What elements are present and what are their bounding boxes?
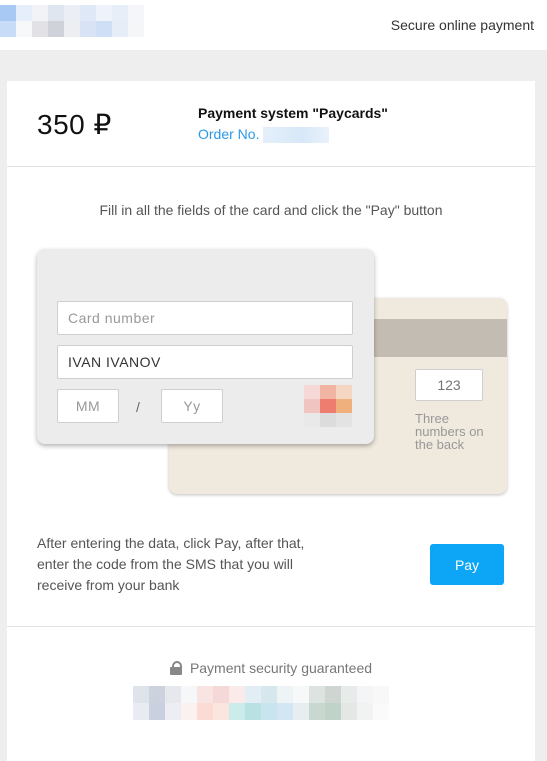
security-logo-pixel bbox=[245, 686, 261, 703]
card-brand-logo bbox=[304, 385, 352, 427]
security-notice: Payment security guaranteed bbox=[7, 660, 535, 676]
security-logo-pixel bbox=[149, 686, 165, 703]
security-logos bbox=[133, 686, 405, 720]
order-label: Order No. bbox=[198, 126, 260, 142]
logo-pixel bbox=[96, 5, 112, 21]
security-logo-pixel bbox=[213, 686, 229, 703]
logo-pixel bbox=[80, 21, 96, 37]
security-logo-pixel bbox=[261, 703, 277, 720]
cvv-input[interactable] bbox=[415, 369, 483, 401]
logo-pixel bbox=[112, 21, 128, 37]
security-logo-pixel bbox=[277, 686, 293, 703]
brand-logo-pixel bbox=[336, 413, 352, 427]
logo-pixel bbox=[48, 21, 64, 37]
logo-pixel bbox=[128, 21, 144, 37]
security-logo-pixel bbox=[261, 686, 277, 703]
security-logo-pixel bbox=[213, 703, 229, 720]
security-logo-pixel bbox=[373, 703, 389, 720]
form-instruction: Fill in all the fields of the card and c… bbox=[99, 202, 443, 218]
security-logo-pixel bbox=[357, 686, 373, 703]
logo-pixel bbox=[32, 5, 48, 21]
payment-amount: 350 ₽ bbox=[37, 109, 112, 140]
divider bbox=[7, 626, 535, 627]
card-number-input[interactable] bbox=[57, 301, 353, 335]
logo-pixel bbox=[128, 5, 144, 21]
security-logo-pixel bbox=[181, 703, 197, 720]
payment-panel: 350 ₽ Payment system "Paycards" Order No… bbox=[7, 81, 535, 761]
logo-pixel bbox=[48, 5, 64, 21]
order-number: Order No. bbox=[198, 126, 330, 144]
security-logo-pixel bbox=[341, 703, 357, 720]
security-logo-pixel bbox=[341, 686, 357, 703]
security-logo-pixel bbox=[325, 703, 341, 720]
brand-logo-pixel bbox=[304, 413, 320, 427]
expiry-separator: / bbox=[136, 399, 140, 415]
logo-pixel bbox=[64, 5, 80, 21]
security-logo-pixel bbox=[293, 703, 309, 720]
security-logo-pixel bbox=[149, 703, 165, 720]
brand-logo-pixel bbox=[336, 385, 352, 399]
logo-pixel bbox=[64, 21, 80, 37]
expiry-month-input[interactable] bbox=[57, 389, 119, 423]
security-logo-pixel bbox=[389, 703, 405, 720]
divider bbox=[7, 166, 535, 167]
brand-logo-pixel bbox=[320, 399, 336, 413]
security-logo-pixel bbox=[309, 703, 325, 720]
sms-instruction: After entering the data, click Pay, afte… bbox=[37, 535, 305, 593]
security-logo-pixel bbox=[357, 703, 373, 720]
security-logo-pixel bbox=[197, 686, 213, 703]
security-label: Payment security guaranteed bbox=[189, 660, 373, 676]
top-bar: Secure online payment bbox=[0, 0, 547, 50]
logo-pixel bbox=[96, 21, 112, 37]
cvv-hint: Three numbers on the back bbox=[415, 411, 484, 452]
security-logo-pixel bbox=[309, 686, 325, 703]
merchant-logo bbox=[0, 5, 145, 37]
security-logo-pixel bbox=[373, 686, 389, 703]
security-logo-pixel bbox=[229, 686, 245, 703]
brand-logo-pixel bbox=[304, 385, 320, 399]
brand-logo-pixel bbox=[336, 399, 352, 413]
logo-pixel bbox=[0, 5, 16, 21]
security-logo-pixel bbox=[133, 703, 149, 720]
brand-logo-pixel bbox=[320, 385, 336, 399]
security-logo-pixel bbox=[229, 703, 245, 720]
logo-pixel bbox=[32, 21, 48, 37]
security-logo-pixel bbox=[197, 703, 213, 720]
security-logo-pixel bbox=[165, 686, 181, 703]
brand-logo-pixel bbox=[320, 413, 336, 427]
logo-pixel bbox=[16, 21, 32, 37]
secure-payment-label: Secure online payment bbox=[390, 17, 534, 33]
order-number-redacted bbox=[263, 127, 330, 144]
security-logo-pixel bbox=[325, 686, 341, 703]
pay-button[interactable]: Pay bbox=[430, 544, 504, 585]
security-logo-pixel bbox=[293, 686, 309, 703]
security-logo-pixel bbox=[165, 703, 181, 720]
security-logo-pixel bbox=[181, 686, 197, 703]
payment-system-name: Payment system "Paycards" bbox=[198, 105, 388, 121]
security-logo-pixel bbox=[133, 686, 149, 703]
brand-logo-pixel bbox=[304, 399, 320, 413]
expiry-year-input[interactable] bbox=[161, 389, 223, 423]
security-logo-pixel bbox=[389, 686, 405, 703]
card-front: / bbox=[37, 249, 374, 444]
logo-pixel bbox=[80, 5, 96, 21]
lock-icon bbox=[169, 661, 182, 675]
logo-pixel bbox=[16, 5, 32, 21]
logo-pixel bbox=[112, 5, 128, 21]
security-logo-pixel bbox=[277, 703, 293, 720]
card-holder-input[interactable] bbox=[57, 345, 353, 379]
logo-pixel bbox=[0, 21, 16, 37]
security-logo-pixel bbox=[245, 703, 261, 720]
